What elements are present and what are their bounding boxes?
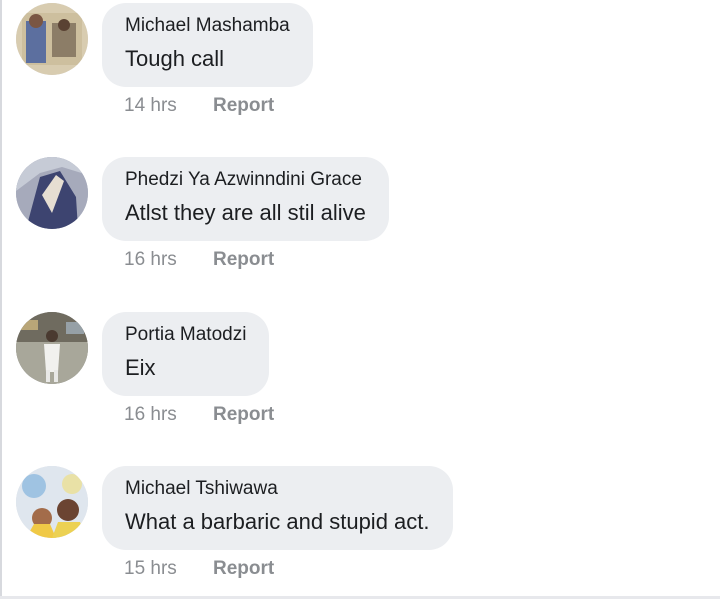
comment-meta: 14 hrs Report (124, 94, 274, 118)
avatar-photo-icon (16, 466, 88, 538)
comment-text: Atlst they are all stil alive (125, 200, 366, 225)
comment-timestamp[interactable]: 14 hrs (124, 94, 213, 118)
comment-author[interactable]: Phedzi Ya Azwinndini Grace (125, 169, 366, 191)
comment-meta: 16 hrs Report (124, 248, 274, 272)
comment-timestamp[interactable]: 15 hrs (124, 557, 213, 581)
avatar[interactable] (16, 3, 88, 75)
report-button[interactable]: Report (213, 403, 274, 427)
avatar-photo-icon (16, 157, 88, 229)
comment-text: What a barbaric and stupid act. (125, 509, 430, 534)
comment-item: Portia Matodzi Eix 16 hrs Report (0, 309, 720, 459)
avatar[interactable] (16, 157, 88, 229)
comment-meta: 15 hrs Report (124, 557, 274, 581)
report-button[interactable]: Report (213, 248, 274, 272)
report-button[interactable]: Report (213, 557, 274, 581)
comment-timestamp[interactable]: 16 hrs (124, 403, 213, 427)
avatar[interactable] (16, 312, 88, 384)
comment-author[interactable]: Michael Mashamba (125, 15, 290, 37)
avatar-photo-icon (16, 3, 88, 75)
avatar[interactable] (16, 466, 88, 538)
comment-author[interactable]: Portia Matodzi (125, 324, 246, 346)
comment-bubble: Michael Mashamba Tough call (102, 3, 313, 87)
comment-author[interactable]: Michael Tshiwawa (125, 478, 430, 500)
comment-meta: 16 hrs Report (124, 403, 274, 427)
comment-text: Tough call (125, 46, 225, 71)
comment-text: Eix (125, 355, 156, 380)
comment-bubble: Portia Matodzi Eix (102, 312, 270, 396)
comment-bubble: Michael Tshiwawa What a barbaric and stu… (102, 466, 453, 550)
comment-item: Michael Mashamba Tough call 14 hrs Report (0, 0, 720, 150)
comment-item: Phedzi Ya Azwinndini Grace Atlst they ar… (0, 154, 720, 304)
comment-item: Michael Tshiwawa What a barbaric and stu… (0, 463, 720, 613)
report-button[interactable]: Report (213, 94, 274, 118)
avatar-photo-icon (16, 312, 88, 384)
comment-bubble: Phedzi Ya Azwinndini Grace Atlst they ar… (102, 157, 389, 241)
comment-timestamp[interactable]: 16 hrs (124, 248, 213, 272)
